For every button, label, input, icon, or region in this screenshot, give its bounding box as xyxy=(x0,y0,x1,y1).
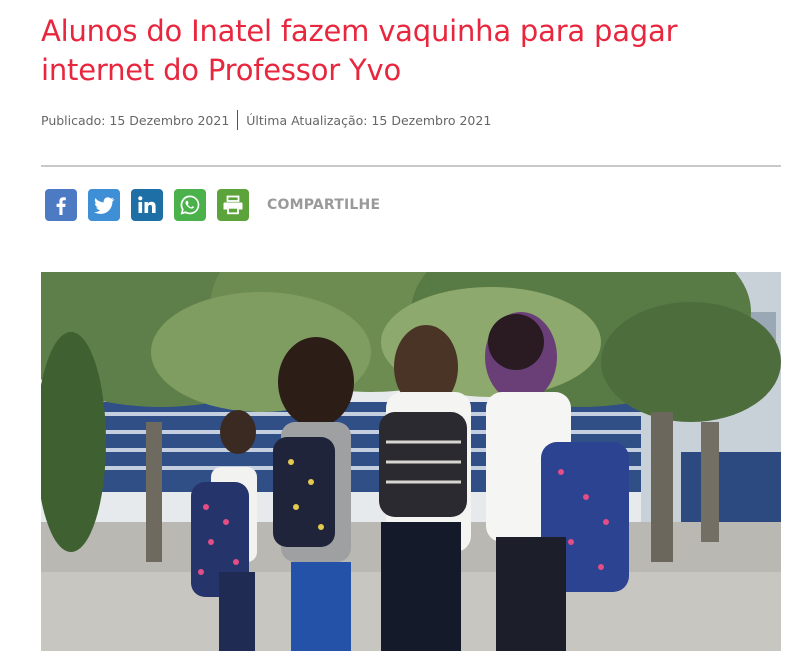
published-date: Publicado: 15 Dezembro 2021 xyxy=(41,112,230,128)
updated-date: Última Atualização: 15 Dezembro 2021 xyxy=(246,112,492,128)
share-bar: COMPARTILHE xyxy=(45,189,380,221)
divider xyxy=(41,165,781,167)
linkedin-icon xyxy=(138,196,156,213)
print-icon xyxy=(223,195,243,215)
whatsapp-icon xyxy=(180,195,200,215)
whatsapp-share-button[interactable] xyxy=(174,189,206,221)
share-label: COMPARTILHE xyxy=(267,197,381,213)
facebook-icon xyxy=(56,197,66,215)
article-photo xyxy=(41,272,781,651)
linkedin-share-button[interactable] xyxy=(131,189,163,221)
meta-separator xyxy=(237,110,239,130)
twitter-share-button[interactable] xyxy=(88,189,120,221)
print-button[interactable] xyxy=(217,189,249,221)
facebook-share-button[interactable] xyxy=(45,189,77,221)
article-title: Alunos do Inatel fazem vaquinha para pag… xyxy=(41,14,678,87)
students-walking-photo xyxy=(41,272,781,651)
article-meta: Publicado: 15 Dezembro 2021 Última Atual… xyxy=(41,110,491,130)
twitter-icon xyxy=(94,197,115,214)
